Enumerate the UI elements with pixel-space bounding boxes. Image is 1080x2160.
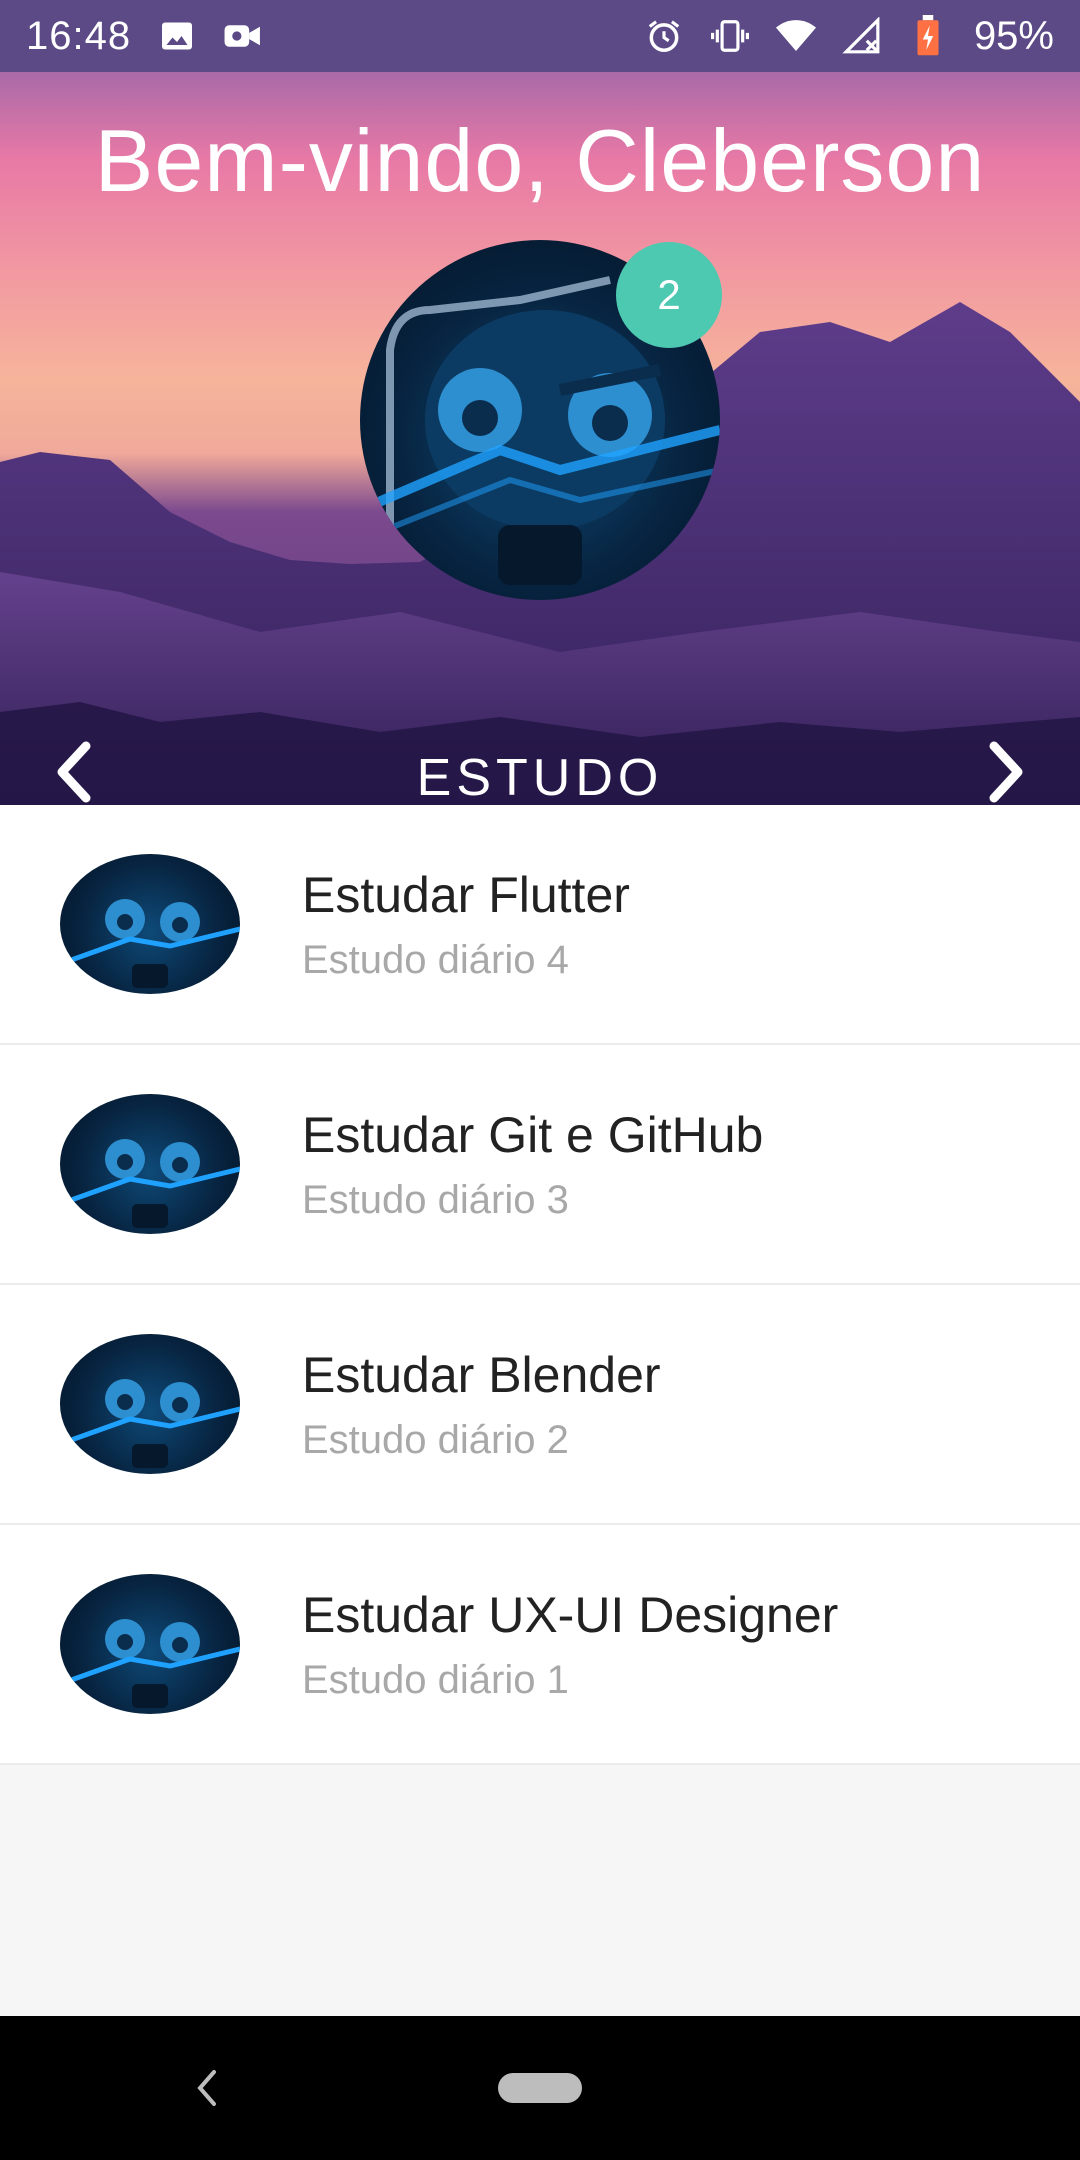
- task-title: Estudar Blender: [302, 1347, 661, 1403]
- status-time: 16:48: [26, 13, 132, 58]
- list-item[interactable]: Estudar Blender Estudo diário 2: [0, 1285, 1080, 1525]
- back-icon[interactable]: [192, 2064, 222, 2112]
- task-thumbnail: [60, 1334, 240, 1474]
- notification-badge: 2: [616, 242, 722, 348]
- battery-percentage: 95%: [973, 13, 1054, 58]
- task-thumbnail: [60, 1094, 240, 1234]
- alarm-icon: [644, 16, 684, 56]
- home-button[interactable]: [498, 2073, 582, 2103]
- task-title: Estudar Git e GitHub: [302, 1107, 764, 1163]
- task-list: Estudar Flutter Estudo diário 4 Estudar …: [0, 805, 1080, 1765]
- list-item[interactable]: Estudar Git e GitHub Estudo diário 3: [0, 1045, 1080, 1285]
- signal-icon: [842, 16, 882, 56]
- profile-header: Bem-vindo, Cleberson 2 ESTUDO: [0, 72, 1080, 805]
- system-navigation-bar: [0, 2016, 1080, 2160]
- battery-icon: [908, 15, 948, 56]
- task-text: Estudar UX-UI Designer Estudo diário 1: [302, 1584, 838, 1704]
- task-title: Estudar Flutter: [302, 867, 630, 923]
- task-text: Estudar Flutter Estudo diário 4: [302, 864, 630, 984]
- task-text: Estudar Git e GitHub Estudo diário 3: [302, 1104, 763, 1224]
- task-subtitle: Estudo diário 1: [302, 1658, 569, 1702]
- wifi-icon: [775, 16, 816, 56]
- video-icon: [223, 16, 263, 56]
- task-title: Estudar UX-UI Designer: [302, 1587, 839, 1643]
- status-bar-right: 95%: [644, 14, 1054, 59]
- task-subtitle: Estudo diário 4: [302, 938, 569, 982]
- next-category-button[interactable]: [976, 732, 1036, 805]
- welcome-title: Bem-vindo, Cleberson: [94, 111, 986, 210]
- task-thumbnail: [60, 854, 240, 994]
- task-thumbnail: [60, 1574, 240, 1714]
- profile-avatar[interactable]: 2: [360, 240, 722, 600]
- task-subtitle: Estudo diário 3: [302, 1178, 569, 1222]
- list-item[interactable]: Estudar Flutter Estudo diário 4: [0, 805, 1080, 1045]
- vibrate-icon: [710, 16, 750, 56]
- task-subtitle: Estudo diário 2: [302, 1418, 569, 1462]
- chevron-right-icon: [989, 741, 1023, 803]
- task-text: Estudar Blender Estudo diário 2: [302, 1344, 661, 1464]
- image-icon: [157, 16, 197, 56]
- status-bar: 16:48 95%: [0, 0, 1080, 72]
- status-bar-left: 16:48: [26, 14, 263, 59]
- list-item[interactable]: Estudar UX-UI Designer Estudo diário 1: [0, 1525, 1080, 1765]
- category-label: ESTUDO: [416, 749, 664, 805]
